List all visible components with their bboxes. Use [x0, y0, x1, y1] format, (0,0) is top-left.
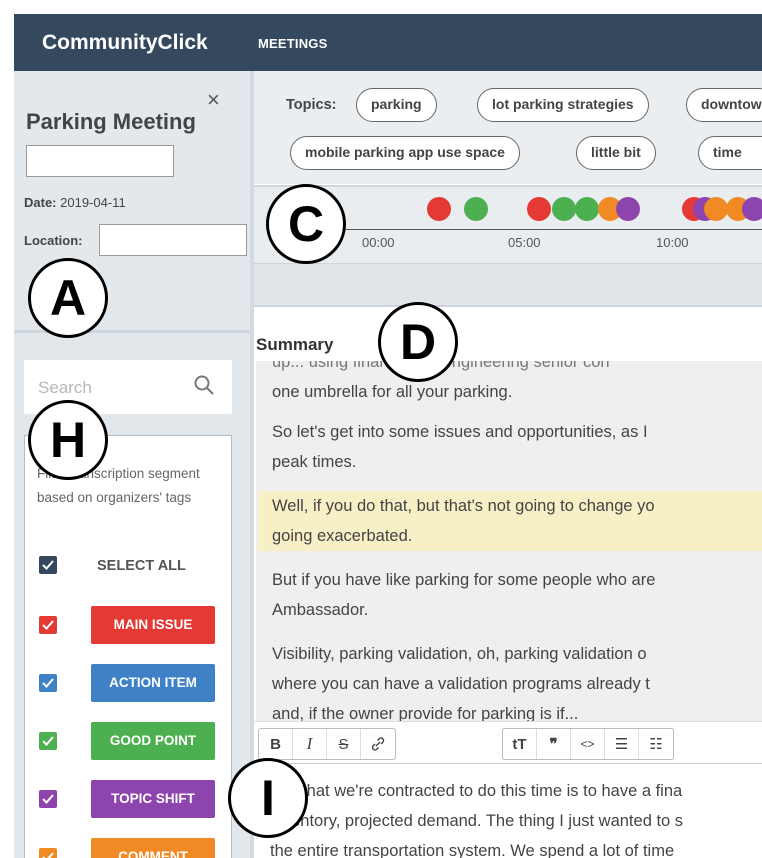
transcript-paragraph[interactable]: Visibility, parking validation, oh, park…	[272, 639, 762, 729]
select-all-label: SELECT ALL	[97, 558, 186, 574]
numbered-list-button[interactable]: ☷	[639, 729, 673, 759]
callout-h: H	[28, 400, 108, 480]
timeline-dot[interactable]	[427, 197, 451, 221]
transcript-line: one umbrella for all your parking.	[272, 383, 513, 401]
date-label: Date:	[24, 195, 57, 210]
editor-content[interactable]: So what we're contracted to do this time…	[270, 776, 762, 858]
search-placeholder: Search	[38, 378, 92, 397]
transcript-line: Ambassador.	[272, 601, 369, 619]
good-point-checkbox[interactable]	[39, 732, 57, 750]
timeline-track[interactable]	[254, 263, 762, 307]
format-group: B I S	[258, 728, 396, 760]
location-label: Location:	[24, 233, 83, 248]
timeline-tick: 00:00	[362, 235, 395, 250]
bullet-list-button[interactable]: ☰	[605, 729, 639, 759]
notes-editor[interactable]: So what we're contracted to do this time…	[254, 763, 762, 858]
callout-a: A	[28, 258, 108, 338]
tag-row-good-point[interactable]: GOOD POINT	[37, 722, 227, 762]
close-icon[interactable]: ×	[207, 87, 220, 113]
topic-shift-tag-button[interactable]: TOPIC SHIFT	[91, 780, 215, 818]
strikethrough-button[interactable]: S	[327, 729, 361, 759]
top-navbar: CommunityClick MEETINGS	[14, 14, 762, 71]
topic-chip[interactable]: little bit	[576, 136, 656, 170]
link-icon	[371, 737, 385, 751]
editor-line: the entire transportation system. We spe…	[270, 842, 675, 858]
timeline-dot[interactable]	[464, 197, 488, 221]
tag-row-action-item[interactable]: ACTION ITEM	[37, 664, 227, 704]
italic-button[interactable]: I	[293, 729, 327, 759]
nav-meetings-link[interactable]: MEETINGS	[258, 36, 328, 51]
tag-filter-panel: Filter transcription segment based on or…	[24, 435, 232, 858]
transcript-line: peak times.	[272, 453, 357, 471]
topic-chip[interactable]: time	[698, 136, 762, 170]
meeting-title-input[interactable]	[26, 145, 174, 177]
timeline-dot[interactable]	[575, 197, 599, 221]
bold-button[interactable]: B	[259, 729, 293, 759]
main-issue-tag-button[interactable]: MAIN ISSUE	[91, 606, 215, 644]
transcript-line: Well, if you do that, but that's not goi…	[272, 497, 655, 515]
meeting-title: Parking Meeting	[26, 109, 196, 134]
select-all-row[interactable]: SELECT ALL	[37, 546, 227, 586]
editor-toolbar: B I S tT ❞ <> ☰ ☷	[254, 721, 762, 763]
code-button[interactable]: <>	[571, 729, 605, 759]
comment-checkbox[interactable]	[39, 848, 57, 858]
select-all-checkbox[interactable]	[39, 556, 57, 574]
block-group: tT ❞ <> ☰ ☷	[502, 728, 674, 760]
action-item-checkbox[interactable]	[39, 674, 57, 692]
main-content: Topics: parking lot parking strategies d…	[254, 71, 762, 858]
transcript-line: So let's get into some issues and opport…	[272, 423, 648, 441]
timeline-dot[interactable]	[552, 197, 576, 221]
topics-bar: Topics: parking lot parking strategies d…	[254, 71, 762, 184]
callout-c: C	[266, 184, 346, 264]
transcript-line: Visibility, parking validation, oh, park…	[272, 645, 647, 663]
timeline-dot[interactable]	[704, 197, 728, 221]
timeline-dot[interactable]	[527, 197, 551, 221]
editor-line: inventory, projected demand. The thing I…	[270, 812, 684, 830]
topic-chip[interactable]: lot parking strategies	[477, 88, 649, 122]
comment-tag-button[interactable]: COMMENT	[91, 838, 215, 858]
good-point-tag-button[interactable]: GOOD POINT	[91, 722, 215, 760]
quote-button[interactable]: ❞	[537, 729, 571, 759]
tag-row-topic-shift[interactable]: TOPIC SHIFT	[37, 780, 227, 820]
search-icon[interactable]	[192, 373, 218, 399]
transcript-paragraph[interactable]: But if you have like parking for some pe…	[272, 565, 762, 625]
tag-row-comment[interactable]: COMMENT	[37, 838, 227, 858]
timeline-axis	[346, 229, 762, 230]
callout-i: I	[228, 758, 308, 838]
transcript-line: where you can have a validation programs…	[272, 675, 650, 693]
timeline-tick: 10:00	[656, 235, 689, 250]
main-issue-checkbox[interactable]	[39, 616, 57, 634]
date-value: 2019-04-11	[60, 195, 126, 210]
topic-chip[interactable]: downtown	[686, 88, 762, 122]
topic-chip[interactable]: mobile parking app use space	[290, 136, 520, 170]
editor-line: So what we're contracted to do this time…	[270, 782, 683, 800]
app-brand[interactable]: CommunityClick	[42, 31, 208, 55]
transcript-line: up... using finance and engineering seni…	[272, 361, 610, 371]
link-button[interactable]	[361, 729, 395, 759]
topic-chip[interactable]: parking	[356, 88, 437, 122]
transcript-paragraph-highlighted[interactable]: Well, if you do that, but that's not goi…	[258, 491, 762, 551]
transcript-paragraph[interactable]: So let's get into some issues and opport…	[272, 417, 762, 477]
transcript-line: But if you have like parking for some pe…	[272, 571, 656, 589]
transcript-paragraph[interactable]: up... using finance and engineering seni…	[272, 361, 762, 407]
callout-d: D	[378, 302, 458, 382]
tag-row-main-issue[interactable]: MAIN ISSUE	[37, 606, 227, 646]
timeline-tick: 05:00	[508, 235, 541, 250]
transcript-line: going exacerbated.	[272, 527, 413, 545]
topic-shift-checkbox[interactable]	[39, 790, 57, 808]
location-input[interactable]	[99, 224, 247, 256]
timeline-dot[interactable]	[616, 197, 640, 221]
summary-title: Summary	[256, 335, 334, 354]
action-item-tag-button[interactable]: ACTION ITEM	[91, 664, 215, 702]
heading-button[interactable]: tT	[503, 729, 537, 759]
topics-label: Topics:	[286, 97, 337, 113]
meeting-date: Date: 2019-04-11	[24, 195, 126, 210]
